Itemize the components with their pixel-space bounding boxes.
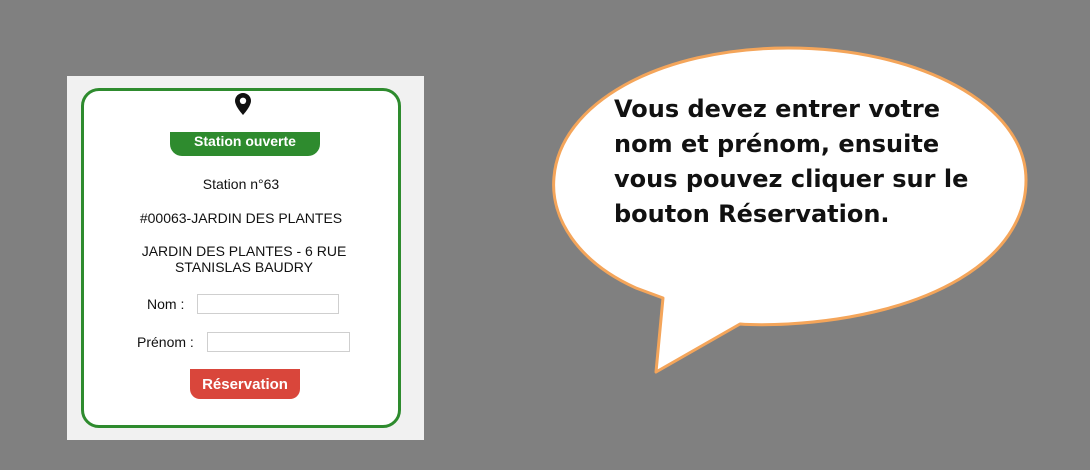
nom-label: Nom : (147, 296, 185, 312)
status-badge: Station ouverte (170, 132, 320, 156)
station-card: Station ouverte Station n°63 #00063-JARD… (81, 88, 401, 428)
prenom-input[interactable] (207, 332, 350, 352)
station-address: JARDIN DES PLANTES - 6 RUE STANISLAS BAU… (141, 243, 347, 275)
map-pin-icon (235, 93, 251, 115)
reservation-button[interactable]: Réservation (190, 369, 300, 399)
station-panel: Station ouverte Station n°63 #00063-JARD… (67, 76, 424, 440)
nom-input[interactable] (197, 294, 339, 314)
station-id-name: #00063-JARDIN DES PLANTES (139, 210, 343, 226)
station-number: Station n°63 (202, 176, 280, 192)
tooltip-message: Vous devez entrer votre nom et prénom, e… (614, 95, 969, 228)
prenom-label: Prénom : (137, 334, 194, 350)
